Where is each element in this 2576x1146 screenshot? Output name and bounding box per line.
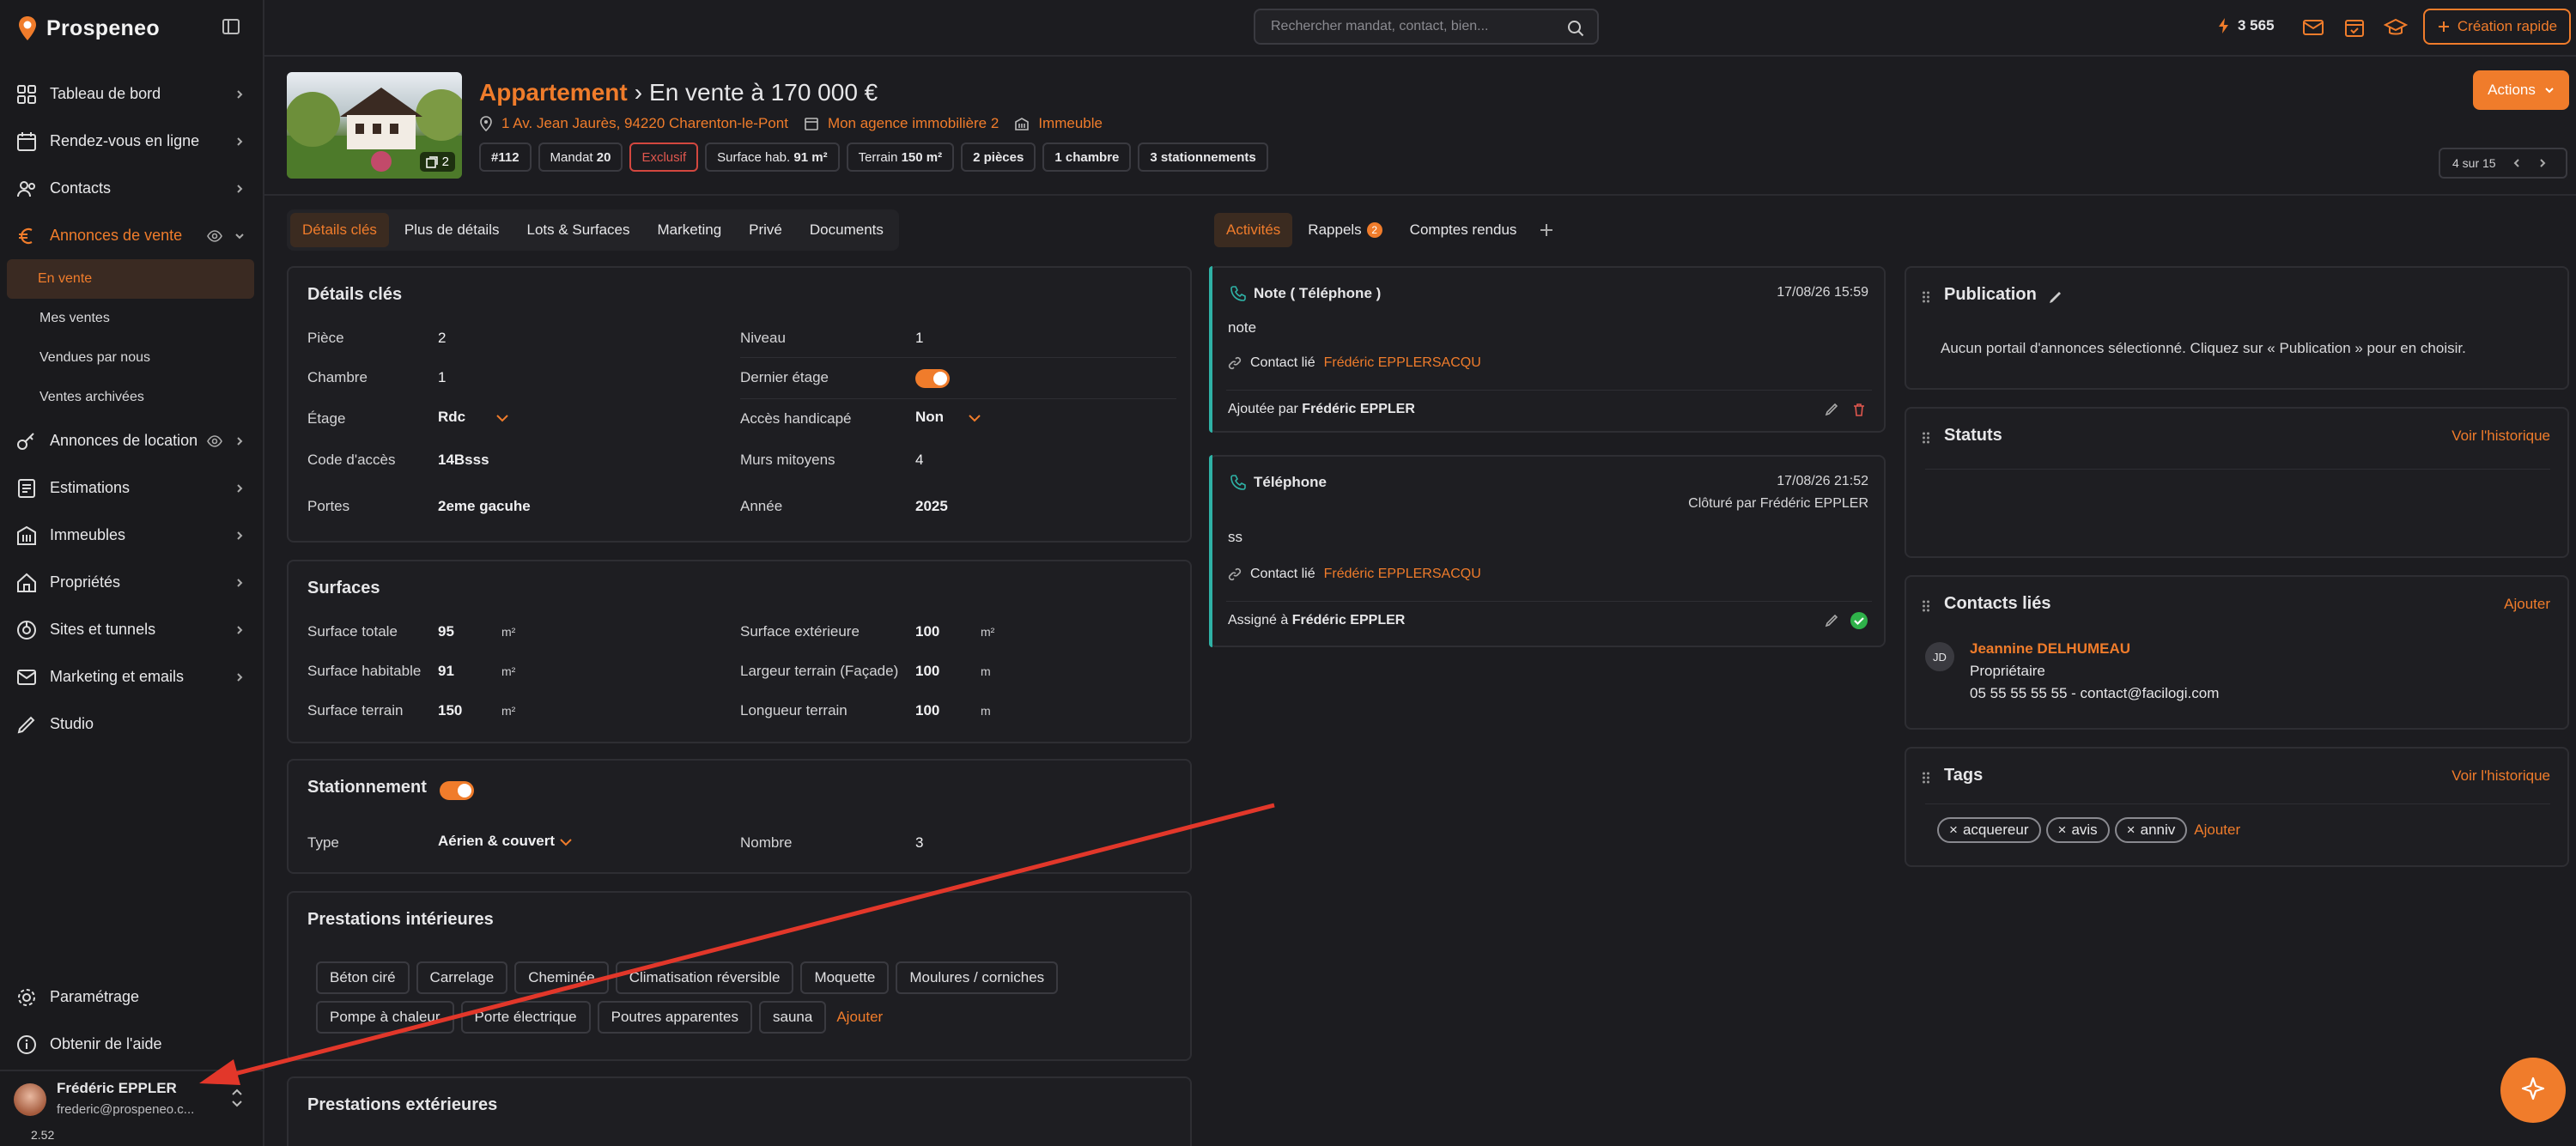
sparkle-icon bbox=[2521, 1076, 2545, 1101]
annotation-arrow bbox=[199, 803, 1275, 1085]
assistant-fab-button[interactable] bbox=[2500, 1058, 2566, 1123]
